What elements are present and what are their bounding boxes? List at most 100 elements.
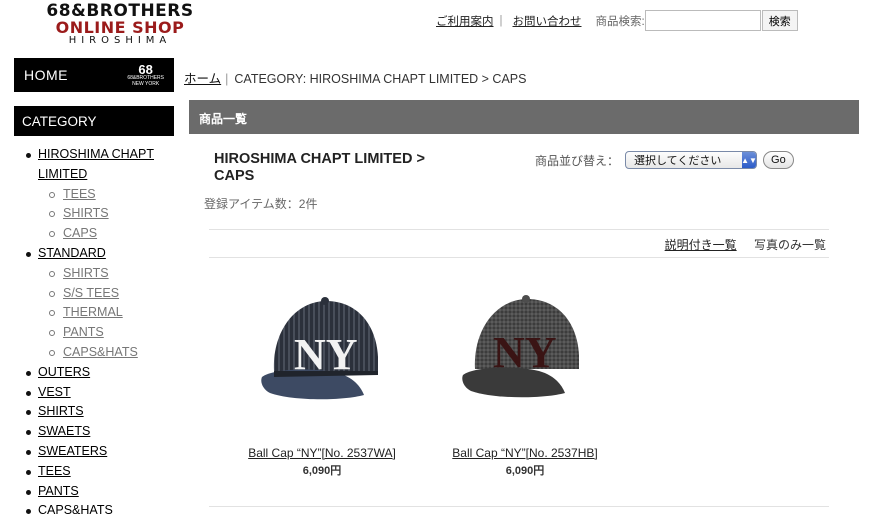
category-item: STANDARD SHIRTS S/S TEES THERMAL PANTS C… bbox=[24, 244, 174, 363]
svg-text:NY: NY bbox=[493, 328, 557, 377]
subcategory-link-thermal[interactable]: THERMAL bbox=[63, 305, 123, 319]
page-title: HIROSHIMA CHAPT LIMITED > CAPS bbox=[214, 151, 425, 184]
subcategory-link-pants[interactable]: PANTS bbox=[63, 325, 104, 339]
bullet-icon bbox=[26, 153, 31, 158]
bullet-icon bbox=[26, 509, 31, 514]
search-label: 商品検索: bbox=[595, 15, 645, 28]
header-separator: | bbox=[499, 14, 503, 27]
breadcrumb-current: CATEGORY: HIROSHIMA CHAPT LIMITED > CAPS bbox=[234, 72, 527, 86]
circle-bullet-icon bbox=[49, 330, 55, 337]
sort-label: 商品並び替え： bbox=[535, 153, 620, 168]
product-card: NY Ball Cap “NY”[No. 2537HB] 6,090円 bbox=[435, 285, 615, 478]
category-item: OUTERS bbox=[24, 363, 174, 383]
logo-line2: ONLINE SHOP bbox=[55, 18, 185, 37]
category-item: SWAETS bbox=[24, 422, 174, 442]
subcategory-link-shirts[interactable]: SHIRTS bbox=[63, 206, 109, 220]
divider bbox=[209, 257, 829, 258]
product-name-link[interactable]: Ball Cap “NY”[No. 2537WA] bbox=[232, 446, 412, 460]
svg-text:NY: NY bbox=[294, 330, 358, 379]
category-link-hiroshima-chapt-limited[interactable]: HIROSHIMA CHAPT LIMITED bbox=[38, 147, 154, 181]
subcategory-item: S/S TEES bbox=[48, 284, 174, 304]
header-links: ご利用案内 | お問い合わせ 商品検索: 検索 bbox=[436, 10, 798, 31]
subcategory-link-ss-tees[interactable]: S/S TEES bbox=[63, 286, 119, 300]
contact-link[interactable]: お問い合わせ bbox=[513, 13, 582, 29]
breadcrumb-home-link[interactable]: ホーム bbox=[184, 72, 221, 86]
product-price: 6,090円 bbox=[505, 465, 545, 477]
category-link-standard[interactable]: STANDARD bbox=[38, 246, 106, 260]
category-link-shirts[interactable]: SHIRTS bbox=[38, 404, 84, 418]
subcategory-item: SHIRTS bbox=[48, 264, 174, 284]
category-link-pants[interactable]: PANTS bbox=[38, 484, 79, 498]
category-link-outers[interactable]: OUTERS bbox=[38, 365, 90, 379]
view-photos-only: 写真のみ一覧 bbox=[753, 238, 826, 252]
select-arrows-icon: ▲▼ bbox=[741, 152, 757, 168]
bullet-icon bbox=[26, 430, 31, 436]
sort-select[interactable]: 選択してください ▲▼ bbox=[625, 151, 758, 169]
subcategory-item: SHIRTS bbox=[48, 204, 174, 224]
divider bbox=[209, 229, 829, 230]
category-link-vest[interactable]: VEST bbox=[38, 385, 71, 399]
category-item: VEST bbox=[24, 383, 174, 403]
search-input[interactable] bbox=[644, 10, 761, 31]
home-logo-name: 68&BROTHERS bbox=[127, 74, 164, 81]
section-title-bar: 商品一覧 bbox=[189, 100, 859, 134]
bullet-icon bbox=[26, 469, 31, 475]
home-logo-sub: NEW YORK bbox=[132, 80, 160, 87]
bullet-icon bbox=[26, 370, 31, 376]
product-price: 6,090円 bbox=[302, 465, 342, 477]
product-name-link[interactable]: Ball Cap “NY”[No. 2537HB] bbox=[435, 446, 615, 460]
product-image[interactable]: NY bbox=[252, 285, 392, 425]
bullet-icon bbox=[26, 251, 31, 257]
bullet-icon bbox=[26, 390, 31, 396]
category-link-caps-hats[interactable]: CAPS&HATS bbox=[38, 503, 113, 514]
breadcrumb-separator: | bbox=[225, 72, 229, 86]
product-card: NY Ball Cap “NY”[No. 2537WA] 6,090円 bbox=[232, 285, 412, 478]
category-item: SWEATERS bbox=[24, 442, 174, 462]
circle-bullet-icon bbox=[49, 191, 55, 198]
view-mode-tabs: 説明付き一覧 写真のみ一覧 bbox=[665, 236, 826, 253]
circle-bullet-icon bbox=[49, 310, 55, 317]
subcategory-list: TEES SHIRTS CAPS bbox=[48, 185, 174, 244]
product-image[interactable]: NY bbox=[455, 285, 595, 425]
subcategory-link-caps[interactable]: CAPS bbox=[63, 226, 97, 240]
category-item: CAPS&HATS bbox=[24, 501, 174, 514]
sort-selected-value: 選択してください bbox=[634, 155, 722, 167]
circle-bullet-icon bbox=[49, 349, 55, 356]
category-item: HIROSHIMA CHAPT LIMITED TEES SHIRTS CAPS bbox=[24, 145, 174, 244]
home-button[interactable]: HOME 68 68&BROTHERS NEW YORK bbox=[14, 58, 174, 92]
category-item: PANTS bbox=[24, 482, 174, 502]
subcategory-item: TEES bbox=[48, 185, 174, 205]
item-count: 登録アイテム数：2件 bbox=[204, 197, 318, 211]
category-link-sweaters[interactable]: SWEATERS bbox=[38, 444, 107, 458]
guide-link[interactable]: ご利用案内 bbox=[436, 13, 494, 29]
breadcrumb: ホーム | CATEGORY: HIROSHIMA CHAPT LIMITED > … bbox=[184, 68, 526, 87]
circle-bullet-icon bbox=[49, 231, 55, 238]
category-item: TEES bbox=[24, 462, 174, 482]
subcategory-link-caps-hats[interactable]: CAPS&HATS bbox=[63, 345, 138, 359]
circle-bullet-icon bbox=[49, 211, 55, 218]
category-list: HIROSHIMA CHAPT LIMITED TEES SHIRTS CAPS… bbox=[24, 145, 174, 514]
view-with-description-link[interactable]: 説明付き一覧 bbox=[665, 238, 737, 252]
home-logo-number: 68 bbox=[138, 61, 153, 77]
category-link-swaets[interactable]: SWAETS bbox=[38, 424, 90, 438]
category-heading: CATEGORY bbox=[14, 106, 174, 136]
subcategory-link-shirts[interactable]: SHIRTS bbox=[63, 266, 109, 280]
circle-bullet-icon bbox=[49, 290, 55, 297]
site-logo[interactable]: 68&BROTHERS ONLINE SHOP HIROSHIMA bbox=[30, 3, 210, 47]
subcategory-link-tees[interactable]: TEES bbox=[63, 187, 96, 201]
subcategory-item: CAPS bbox=[48, 224, 174, 244]
circle-bullet-icon bbox=[49, 270, 55, 277]
subcategory-item: PANTS bbox=[48, 323, 174, 343]
category-link-tees[interactable]: TEES bbox=[38, 464, 71, 478]
divider bbox=[209, 506, 829, 507]
subcategory-list: SHIRTS S/S TEES THERMAL PANTS CAPS&HATS bbox=[48, 264, 174, 363]
search-button[interactable]: 検索 bbox=[761, 10, 798, 31]
bullet-icon bbox=[26, 449, 31, 455]
home-label: HOME bbox=[24, 67, 68, 83]
sort-control: 商品並び替え： 選択してください ▲▼ Go bbox=[535, 151, 794, 169]
bullet-icon bbox=[26, 410, 31, 416]
home-logo: 68 68&BROTHERS NEW YORK bbox=[127, 61, 164, 87]
sort-go-button[interactable]: Go bbox=[763, 151, 794, 169]
bullet-icon bbox=[26, 489, 31, 495]
subcategory-item: CAPS&HATS bbox=[48, 343, 174, 363]
